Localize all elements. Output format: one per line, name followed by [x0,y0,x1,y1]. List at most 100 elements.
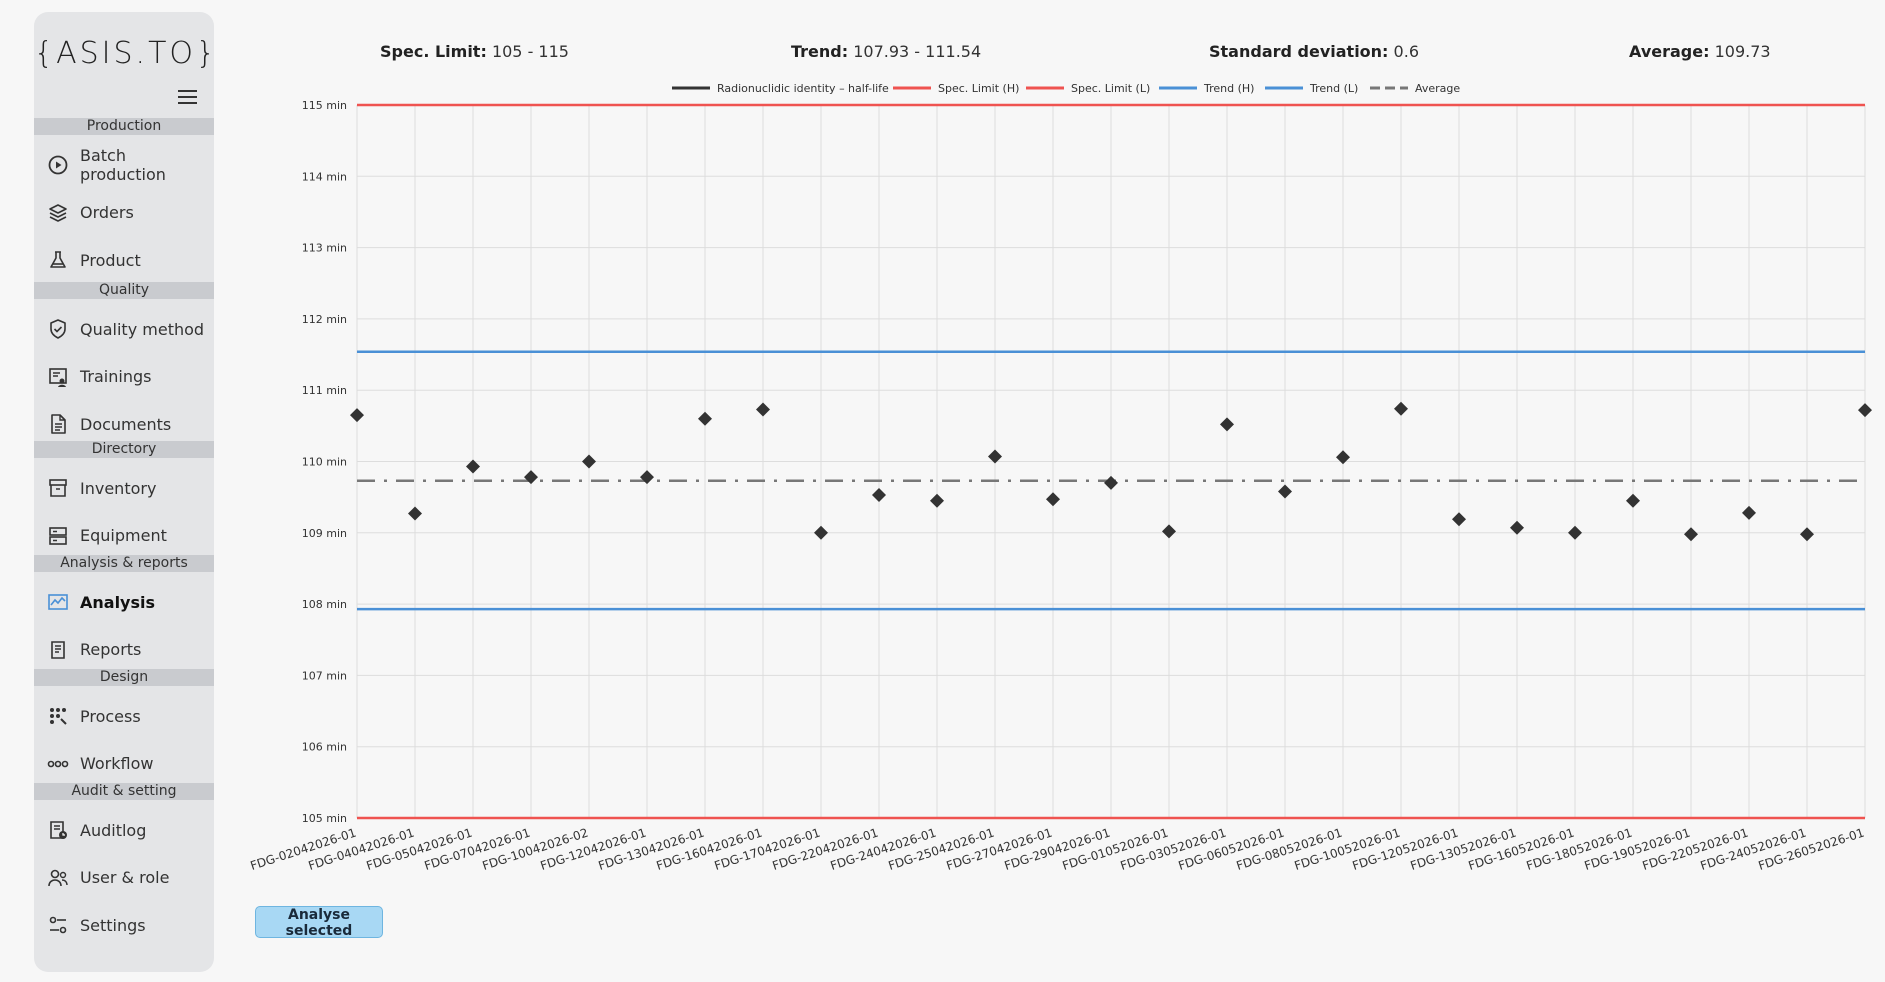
average-label: Average: [1629,42,1710,61]
sidebar-item-quality-method[interactable]: Quality method [34,311,214,347]
data-point [872,488,886,503]
sidebar-item-label: Process [80,706,141,726]
data-point [350,408,364,423]
legend-label: Trend (L) [1309,82,1358,95]
y-tick-label: 109 min [302,527,347,540]
sidebar-item-settings[interactable]: Settings [34,907,214,943]
sidebar-item-label: Reports [80,640,142,660]
menu-icon[interactable] [178,90,197,104]
legend-label: Average [1415,82,1460,95]
data-point [408,506,422,521]
y-tick-label: 115 min [302,99,347,112]
data-point [756,402,770,417]
data-point [582,454,596,469]
data-point [1104,475,1118,490]
std-dev-label: Standard deviation: [1209,42,1389,61]
sidebar-item-label: Orders [80,203,134,223]
data-point [930,493,944,508]
sidebar-item-label: Workflow [80,754,154,774]
training-icon [47,366,69,388]
sidebar-item-label: Auditlog [80,820,147,840]
auditlog-icon [47,819,69,841]
y-tick-label: 114 min [302,170,347,183]
sidebar-item-batch-production[interactable]: Batch production [34,146,214,184]
data-point [1336,450,1350,465]
sidebar-item-trainings[interactable]: Trainings [34,359,214,395]
sidebar: {ASIS.TO} Production Batch production Orde… [34,12,219,972]
process-icon [47,705,69,727]
chart-icon [47,591,69,613]
section-header: Directory [34,441,214,458]
spec-limit-value: 105 - 115 [491,42,569,61]
legend-label: Spec. Limit (H) [938,82,1019,95]
data-point [640,470,654,485]
settings-icon [47,914,69,936]
data-point [1278,484,1292,499]
section-header: Analysis & reports [34,555,214,572]
sidebar-item-label: User & role [80,868,170,888]
average-value: 109.73 [1714,42,1771,61]
sidebar-item-label: Settings [80,915,146,935]
section-header: Audit & setting [34,783,214,800]
y-tick-label: 105 min [302,812,347,825]
data-point [1220,417,1234,432]
sidebar-item-workflow[interactable]: Workflow [34,746,214,782]
trend-value: 107.93 - 111.54 [853,42,982,61]
y-tick-label: 111 min [302,384,347,397]
std-dev-stat: Standard deviation: 0.6 [1209,42,1419,61]
data-point [1858,403,1872,418]
play-circle-icon [47,154,69,176]
layers-icon [47,202,69,224]
sidebar-item-equipment[interactable]: Equipment [34,518,214,554]
sidebar-item-product[interactable]: Product [34,242,214,278]
data-point [1626,493,1640,508]
data-point [1742,505,1756,520]
data-point [1800,527,1814,542]
y-tick-label: 106 min [302,741,347,754]
users-icon [47,867,69,889]
sidebar-item-analysis[interactable]: Analysis [34,584,214,620]
data-point [1162,524,1176,539]
std-dev-value: 0.6 [1393,42,1419,61]
report-icon [47,639,69,661]
analyse-selected-button[interactable]: Analyse selected [255,906,383,939]
workflow-icon [47,753,69,775]
y-tick-label: 113 min [302,242,347,255]
shield-check-icon [47,318,69,340]
data-point [1684,527,1698,542]
data-point [698,411,712,426]
sidebar-item-orders[interactable]: Orders [34,195,214,231]
sidebar-item-label: Documents [80,414,172,434]
sidebar-item-label: Inventory [80,478,157,498]
sidebar-item-auditlog[interactable]: Auditlog [34,812,214,848]
data-point [1452,512,1466,527]
sidebar-item-reports[interactable]: Reports [34,632,214,668]
equipment-icon [47,525,69,547]
legend-label: Radionuclidic identity – half-life [717,82,889,95]
sidebar-item-inventory[interactable]: Inventory [34,470,214,506]
sidebar-item-documents[interactable]: Documents [34,406,214,442]
logo: {ASIS.TO} [34,36,219,71]
legend-label: Trend (H) [1203,82,1254,95]
y-tick-label: 112 min [302,313,347,326]
section-header: Design [34,669,214,686]
sidebar-item-user-role[interactable]: User & role [34,860,214,896]
data-point [1568,525,1582,540]
sidebar-item-label: Quality method [80,319,205,339]
spec-limit-stat: Spec. Limit: 105 - 115 [380,42,569,61]
sidebar-item-label: Analysis [80,592,156,612]
section-header: Production [34,118,214,135]
document-icon [47,413,69,435]
sidebar-item-label: Equipment [80,526,167,546]
data-point [524,470,538,485]
y-tick-label: 107 min [302,669,347,682]
y-tick-label: 110 min [302,456,347,469]
data-point [1046,492,1060,507]
y-tick-label: 108 min [302,598,347,611]
sidebar-item-process[interactable]: Process [34,698,214,734]
data-point [814,525,828,540]
average-stat: Average: 109.73 [1629,42,1771,61]
sidebar-item-label: Trainings [80,367,152,387]
trend-stat: Trend: 107.93 - 111.54 [791,42,981,61]
legend-label: Spec. Limit (L) [1071,82,1150,95]
